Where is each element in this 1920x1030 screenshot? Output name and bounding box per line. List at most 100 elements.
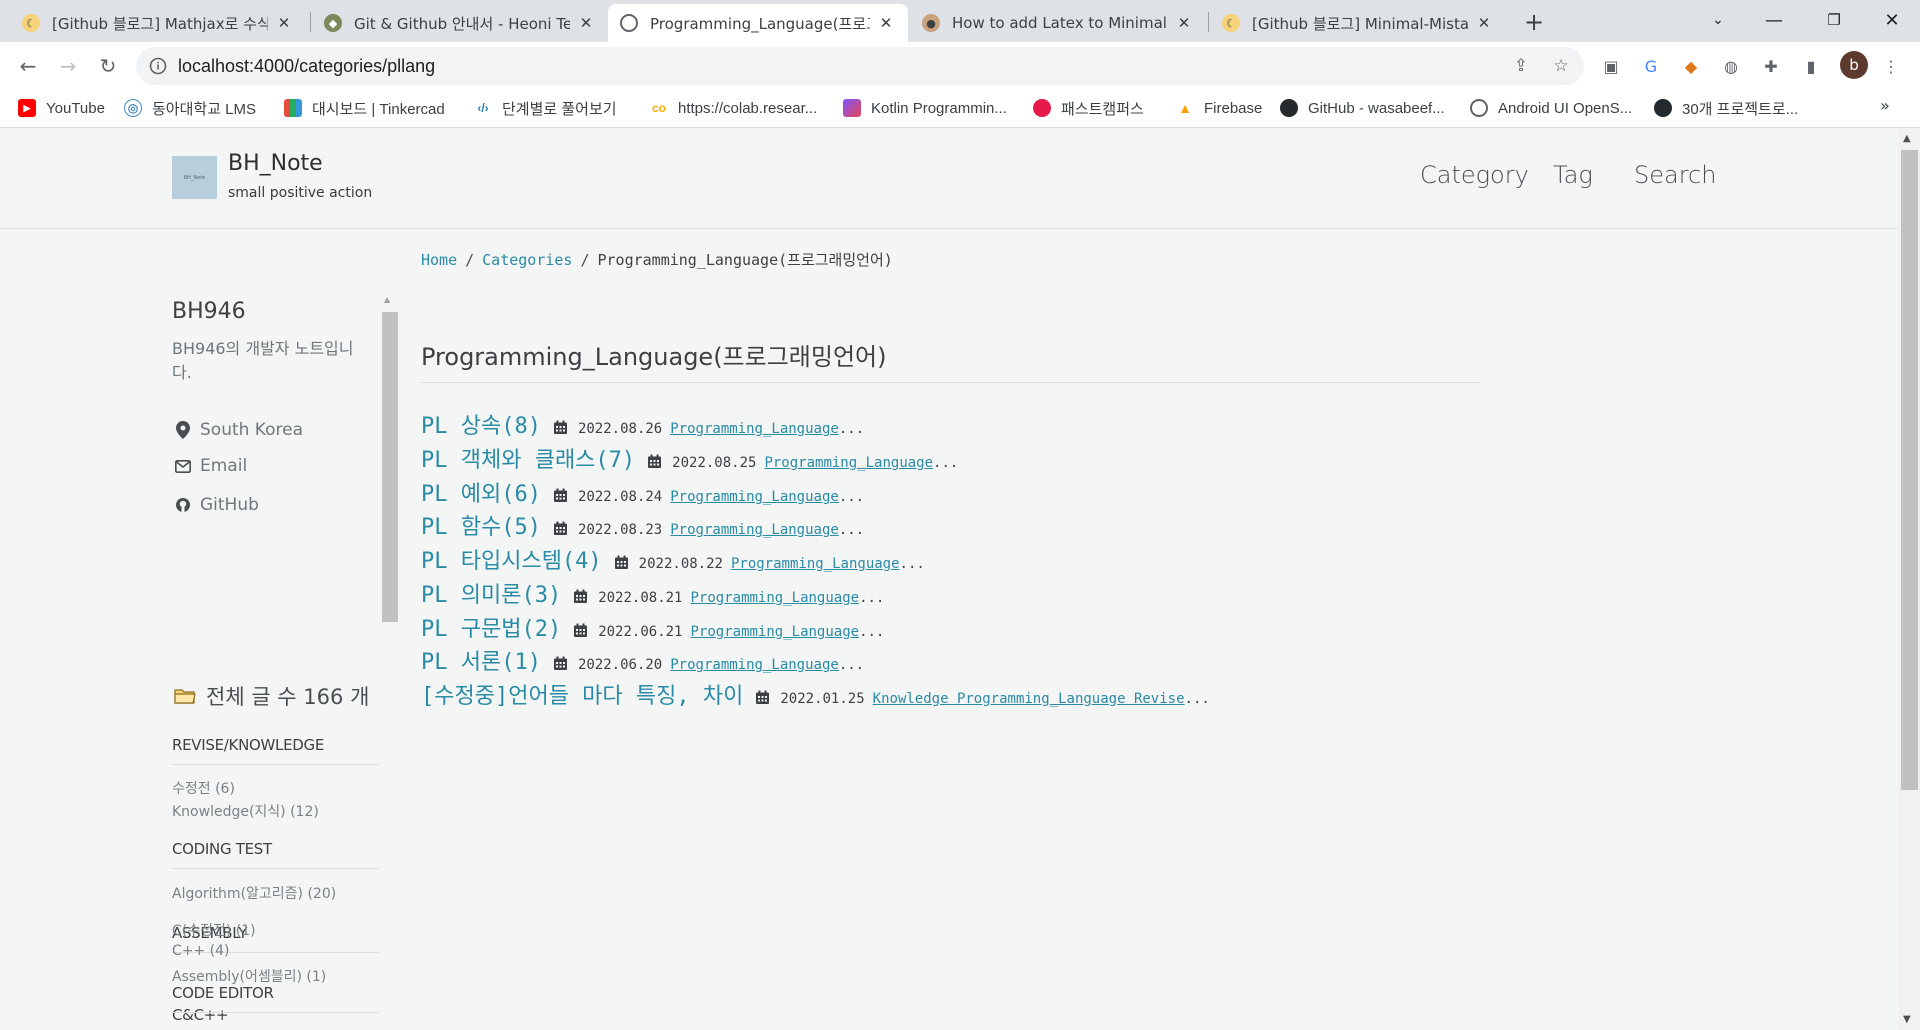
site-info-icon[interactable]	[148, 56, 168, 76]
bookmark-label: GitHub - wasabeef...	[1308, 99, 1445, 117]
post-title-link[interactable]: PL 구문법(2)	[421, 611, 561, 643]
post-category-link[interactable]: Programming_Language	[764, 455, 933, 471]
nav-tag[interactable]: Tag	[1553, 161, 1593, 189]
nav-search[interactable]: Search	[1634, 161, 1716, 189]
bookmark-android-ui[interactable]: Android UI OpenS...	[1470, 96, 1632, 120]
tab-search-icon[interactable]: ⌄	[1690, 0, 1746, 40]
post-category-link[interactable]: Knowledge Programming_Language Revise	[873, 691, 1185, 707]
post-category-link[interactable]: Programming_Language	[731, 556, 900, 572]
browser-tab-3-active[interactable]: Programming_Language(프로그 ✕	[608, 4, 908, 42]
side-panel-icon[interactable]: ▮	[1798, 54, 1824, 78]
page-scrollbar-thumb[interactable]	[1901, 150, 1918, 790]
bookmark-kotlin[interactable]: Kotlin Programmin...	[843, 96, 1007, 120]
map-marker-icon	[174, 421, 192, 439]
share-icon[interactable]: ⇪	[1510, 55, 1532, 77]
bookmark-fastcampus[interactable]: 패스트캠퍼스	[1033, 96, 1144, 120]
browser-tab-2[interactable]: ◆ Git & Github 안내서 - Heoni Te ✕	[312, 4, 608, 42]
bookmark-label: YouTube	[46, 99, 105, 117]
category-item[interactable]: C++ (4)	[172, 943, 230, 959]
bookmark-github-wasabeef[interactable]: GitHub - wasabeef...	[1280, 96, 1445, 120]
tinkercad-icon	[284, 99, 302, 117]
globe-extension-icon[interactable]: ◍	[1718, 54, 1744, 78]
close-tab-icon[interactable]: ✕	[876, 13, 896, 33]
post-title-link[interactable]: PL 상속(8)	[421, 408, 541, 440]
category-item[interactable]: C(수정전) (1)	[172, 920, 256, 940]
category-item[interactable]: Assembly(어셈블리) (1)	[172, 966, 326, 986]
category-item[interactable]: 수정전 (6)	[172, 778, 235, 798]
bookmarks-overflow-icon[interactable]: »	[1880, 96, 1890, 115]
metamask-icon[interactable]: ◆	[1678, 54, 1704, 78]
fastcampus-icon	[1033, 99, 1051, 117]
bookmark-label: 대시보드 | Tinkercad	[312, 100, 445, 118]
close-tab-icon[interactable]: ✕	[576, 13, 596, 33]
browser-tab-1[interactable]: ☾ [Github 블로그] Mathjax로 수식 ✕	[10, 4, 306, 42]
calendar-icon	[647, 454, 662, 469]
bookmark-firebase[interactable]: ▲ Firebase	[1176, 96, 1262, 120]
tab-separator	[310, 12, 311, 32]
forward-button[interactable]: →	[54, 52, 82, 80]
calendar-icon	[614, 555, 629, 570]
extensions-puzzle-icon[interactable]: ✚	[1758, 54, 1784, 78]
post-category-link[interactable]: Programming_Language	[670, 489, 839, 505]
bookmark-baekjoon[interactable]: ‹/› 단계별로 풀어보기	[474, 96, 616, 120]
new-tab-button[interactable]: +	[1520, 8, 1548, 36]
breadcrumb-home[interactable]: Home	[421, 251, 457, 269]
bookmark-star-icon[interactable]: ☆	[1550, 55, 1572, 77]
sidebar: BH946 BH946의 개발자 노트입니다. South Korea Emai…	[172, 279, 379, 1030]
reload-button[interactable]: ↻	[94, 52, 122, 80]
close-tab-icon[interactable]: ✕	[1474, 13, 1494, 33]
site-logo[interactable]: BH_Note	[172, 156, 217, 199]
sidebar-scrollbar-thumb[interactable]	[382, 312, 398, 622]
media-icon[interactable]: ▣	[1598, 54, 1624, 78]
post-title-link[interactable]: PL 타입시스템(4)	[421, 543, 602, 575]
translate-icon[interactable]: G	[1638, 54, 1664, 78]
post-category-link[interactable]: Programming_Language	[670, 421, 839, 437]
folder-icon	[174, 689, 196, 704]
close-tab-icon[interactable]: ✕	[274, 13, 294, 33]
breadcrumb-separator: /	[465, 251, 475, 269]
scroll-down-icon[interactable]: ▼	[1903, 1014, 1911, 1025]
bookmark-lms[interactable]: ◎ 동아대학교 LMS	[124, 96, 256, 120]
restore-button[interactable]: ❐	[1806, 0, 1862, 40]
post-title-link[interactable]: PL 함수(5)	[421, 509, 541, 541]
address-bar[interactable]: localhost:4000/categories/pllang ⇪ ☆	[136, 47, 1584, 85]
bookmark-youtube[interactable]: ▶ YouTube	[18, 96, 105, 120]
author-email-link[interactable]: Email	[174, 455, 247, 477]
minimize-button[interactable]: —	[1746, 0, 1802, 40]
profile-avatar[interactable]: b	[1840, 51, 1868, 79]
nav-category[interactable]: Category	[1420, 161, 1529, 189]
post-item: PL 함수(5) 2022.08.23 Programming_Language .…	[421, 509, 864, 541]
bookmark-30-projects[interactable]: 30개 프로젝트로...	[1654, 96, 1798, 120]
menu-kebab-icon[interactable]: ⋮	[1878, 54, 1904, 78]
post-category-link[interactable]: Programming_Language	[670, 522, 839, 538]
post-item: PL 타입시스템(4) 2022.08.22 Programming_Languag…	[421, 543, 925, 575]
site-title[interactable]: BH_Note	[228, 151, 323, 176]
browser-tab-5[interactable]: ☾ [Github 블로그] Minimal-Mistak ✕	[1210, 4, 1506, 42]
post-title-link[interactable]: PL 서론(1)	[421, 644, 541, 676]
bookmark-colab[interactable]: co https://colab.resear...	[650, 96, 817, 120]
scroll-up-icon[interactable]: ▲	[1903, 133, 1911, 144]
bookmark-label: Kotlin Programmin...	[871, 99, 1007, 117]
post-title-link[interactable]: PL 의미론(3)	[421, 577, 561, 609]
post-ellipsis: ...	[859, 624, 885, 640]
bookmark-tinkercad[interactable]: 대시보드 | Tinkercad	[284, 96, 445, 120]
sidebar-scroll-up-icon[interactable]: ▲	[384, 295, 390, 304]
url-text[interactable]: localhost:4000/categories/pllang	[178, 56, 435, 77]
close-window-button[interactable]: ✕	[1864, 0, 1920, 40]
post-category-link[interactable]: Programming_Language	[691, 590, 860, 606]
category-item[interactable]: Knowledge(지식) (12)	[172, 801, 319, 821]
category-item[interactable]: Algorithm(알고리즘) (20)	[172, 883, 336, 903]
post-ellipsis: ...	[838, 657, 865, 673]
back-button[interactable]: ←	[14, 52, 42, 80]
post-title-link[interactable]: [수정중]언어들 마다 특징, 차이	[421, 678, 743, 710]
browser-tab-4[interactable]: ● How to add Latex to Minimal M ✕	[910, 4, 1206, 42]
post-category-link[interactable]: Programming_Language	[691, 624, 860, 640]
tab-title: [Github 블로그] Mathjax로 수식	[52, 14, 268, 33]
post-title-link[interactable]: PL 예외(6)	[421, 476, 541, 508]
post-title-link[interactable]: PL 객체와 클래스(7)	[421, 442, 635, 474]
category-heading-coding-test: CODING TEST	[172, 840, 379, 869]
author-github-link[interactable]: GitHub	[174, 494, 259, 516]
close-tab-icon[interactable]: ✕	[1174, 13, 1194, 33]
post-category-link[interactable]: Programming_Language	[670, 657, 839, 673]
breadcrumb-categories[interactable]: Categories	[482, 251, 572, 269]
